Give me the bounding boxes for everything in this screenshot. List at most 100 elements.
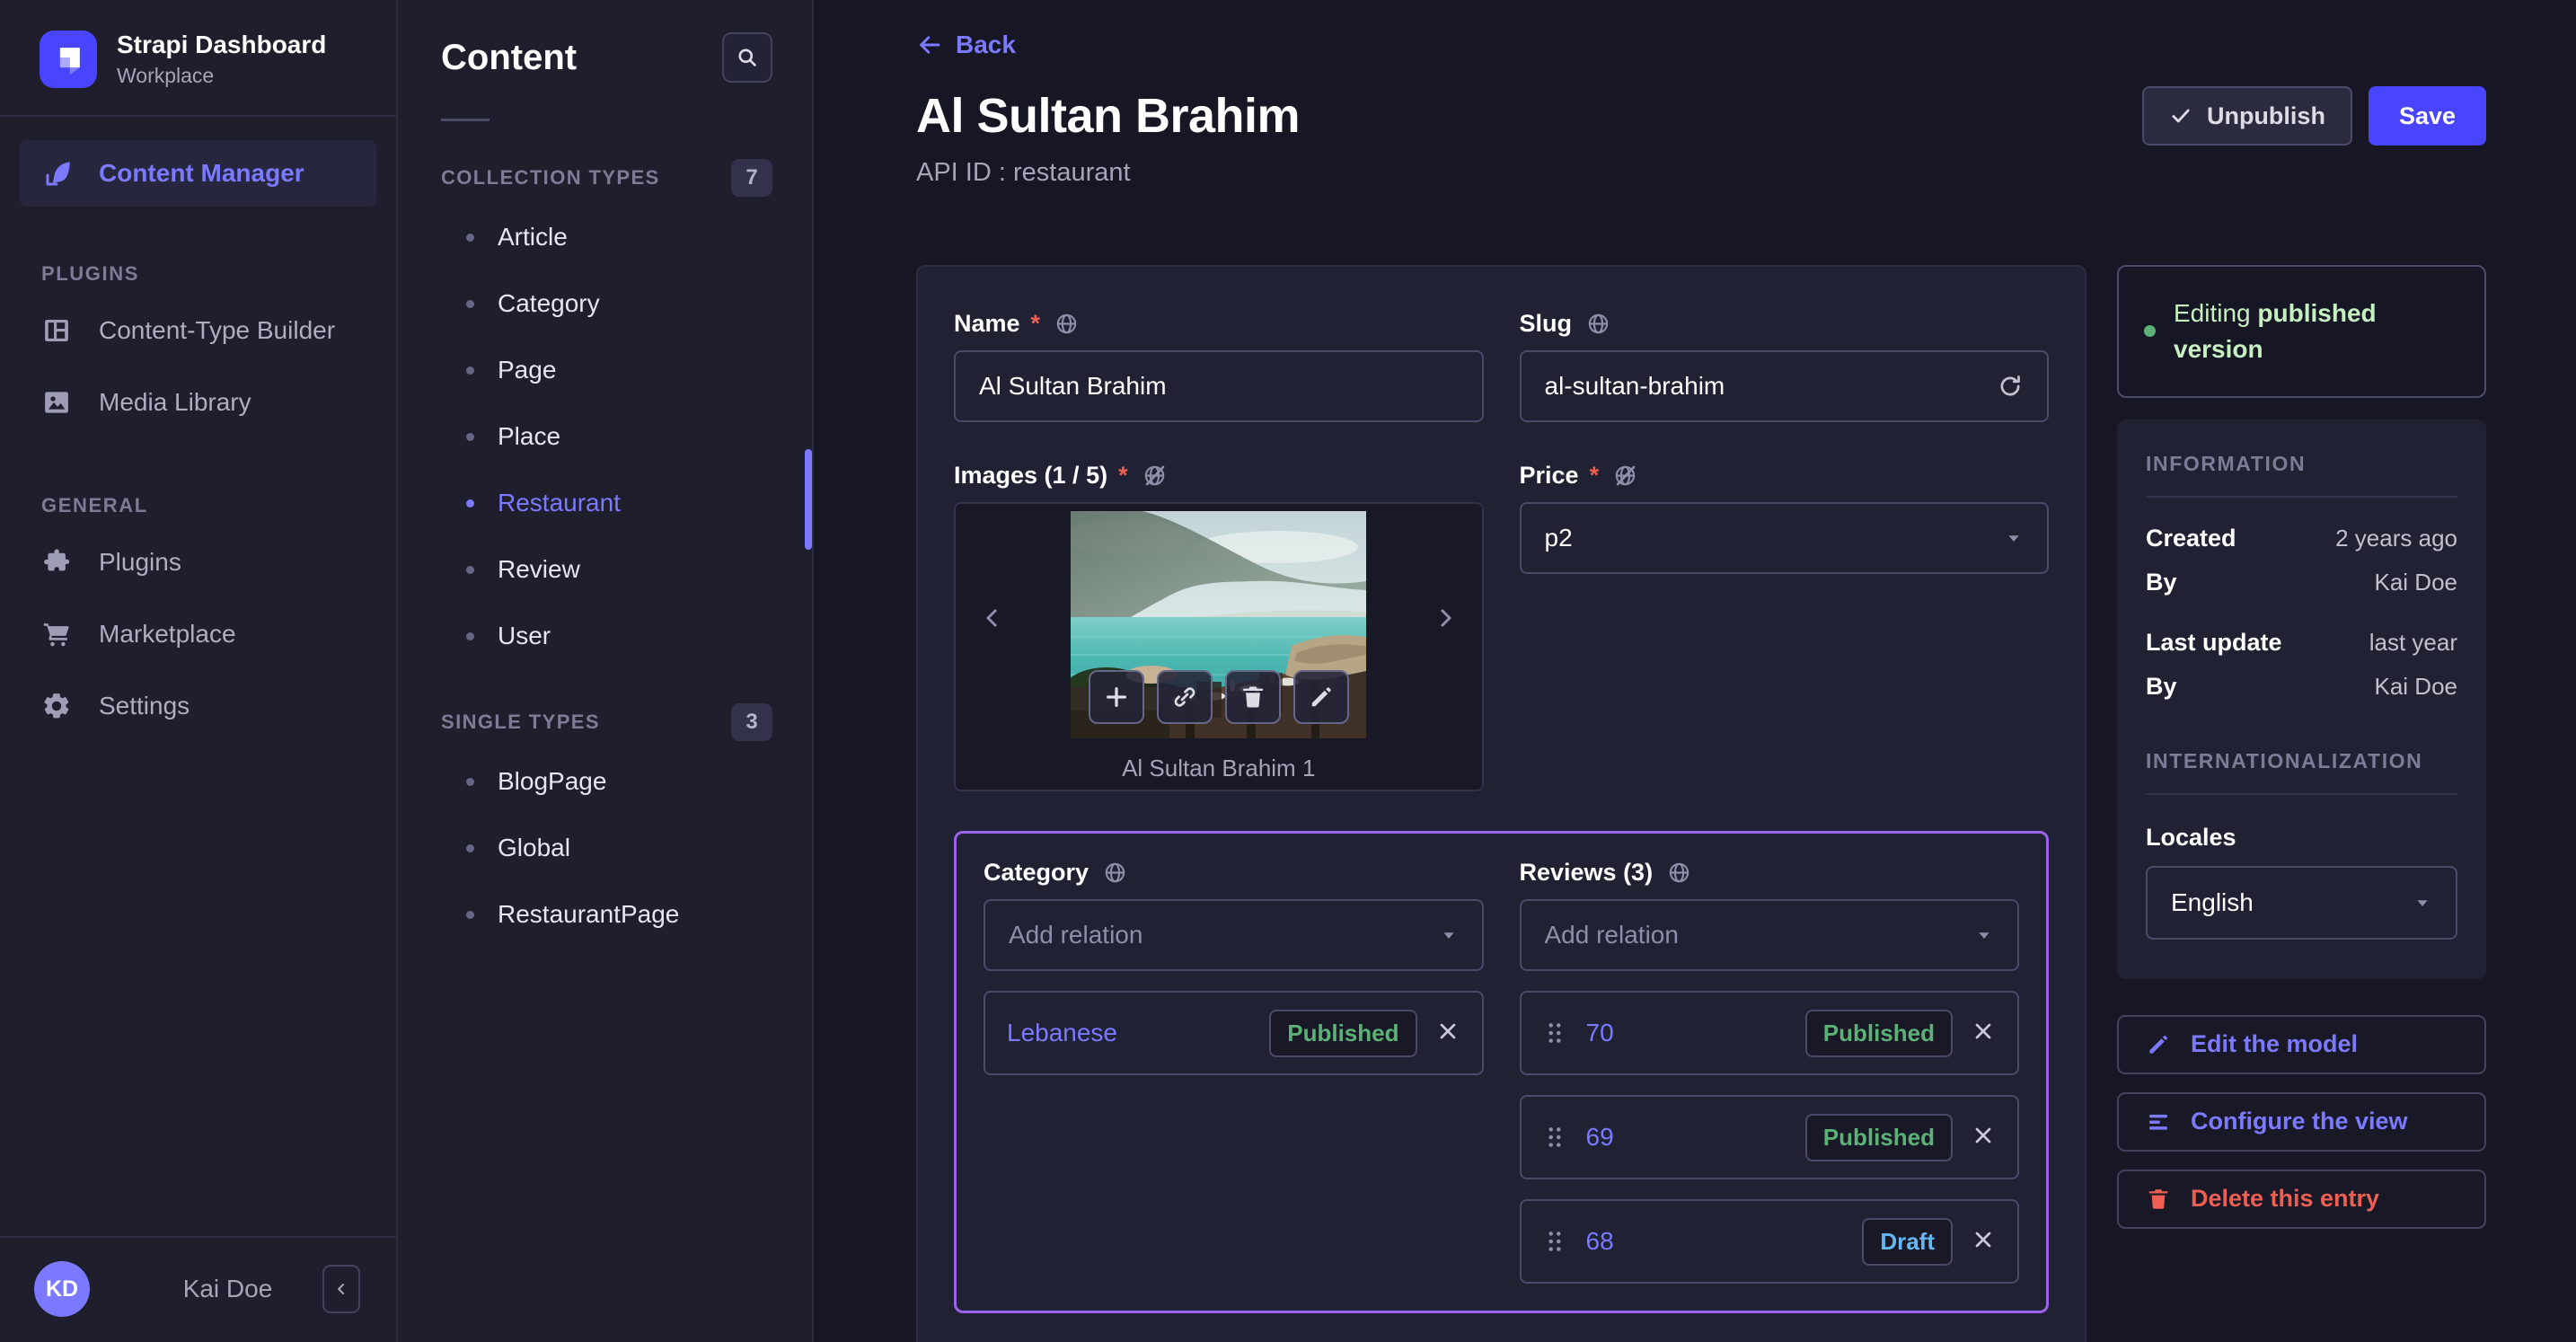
sidebar-item-article[interactable]: Article xyxy=(398,204,812,270)
sidebar-item-marketplace[interactable]: Marketplace xyxy=(0,598,396,670)
meta-row-last-update: Last update last year xyxy=(2146,629,2457,657)
collection-type-label: Place xyxy=(498,422,561,450)
edit-model-button[interactable]: Edit the model xyxy=(2117,1014,2486,1074)
information-heading: INFORMATION xyxy=(2146,451,2307,475)
sidebar-item-review[interactable]: Review xyxy=(398,536,812,603)
relation-link[interactable]: 68 xyxy=(1586,1227,1863,1256)
sidebar-item-user[interactable]: User xyxy=(398,603,812,669)
sidebar-item-media-library[interactable]: Media Library xyxy=(0,366,396,438)
sidebar-item-restaurant[interactable]: Restaurant xyxy=(398,470,812,536)
copy-link-button[interactable] xyxy=(1156,670,1213,724)
category-field: Category Add relation Lebanese Published xyxy=(984,859,1484,1284)
bullet-icon xyxy=(466,631,474,640)
slug-field: Slug al-sultan-brahim xyxy=(1519,310,2049,422)
remove-relation-button[interactable] xyxy=(1971,1123,1996,1152)
sidebar-item-restaurantpage[interactable]: RestaurantPage xyxy=(398,881,812,948)
sidebar-item-global[interactable]: Global xyxy=(398,815,812,881)
locale-select[interactable]: English xyxy=(2146,865,2457,940)
price-select[interactable]: p2 xyxy=(1519,502,2049,574)
bullet-icon xyxy=(466,499,474,508)
meta-label: By xyxy=(2146,672,2177,700)
entry-edit-view: Back Al Sultan Brahim Unpublish Save API… xyxy=(814,0,2576,1342)
gear-icon xyxy=(44,693,69,719)
chevron-down-icon xyxy=(2417,899,2428,906)
delete-image-button[interactable] xyxy=(1224,670,1281,724)
reviews-add-relation-select[interactable]: Add relation xyxy=(1519,899,2019,971)
sidebar-item-place[interactable]: Place xyxy=(398,403,812,470)
remove-relation-button[interactable] xyxy=(1971,1227,1996,1257)
sidebar-item-category[interactable]: Category xyxy=(398,270,812,337)
strapi-logo-icon xyxy=(40,31,97,88)
search-button[interactable] xyxy=(722,32,772,83)
collection-type-label: Review xyxy=(498,555,580,583)
information-panel: INFORMATION Created 2 years ago By Kai D… xyxy=(2117,419,2486,979)
delete-entry-button[interactable]: Delete this entry xyxy=(2117,1169,2486,1229)
relation-link[interactable]: 69 xyxy=(1586,1123,1805,1152)
regenerate-icon[interactable] xyxy=(1997,373,2024,400)
configure-view-button[interactable]: Configure the view xyxy=(2117,1091,2486,1152)
user-menu[interactable]: KD Kai Doe xyxy=(0,1238,396,1342)
remove-relation-button[interactable] xyxy=(1435,1019,1460,1048)
meta-row-created-by: By Kai Doe xyxy=(2146,569,2457,596)
save-button[interactable]: Save xyxy=(2368,86,2486,146)
avatar: KD xyxy=(34,1261,90,1317)
close-icon xyxy=(1440,1023,1455,1038)
bullet-icon xyxy=(466,910,474,919)
single-type-label: RestaurantPage xyxy=(498,900,680,928)
status-badge: Published xyxy=(1804,1009,1953,1057)
back-link[interactable]: Back xyxy=(916,31,1016,59)
relation-row-69: 69 Published xyxy=(1519,1095,2019,1179)
sidebar-item-plugins[interactable]: Plugins xyxy=(0,526,396,598)
edit-status-text: Editing published version xyxy=(2174,296,2459,367)
divider xyxy=(2146,495,2457,498)
single-type-label: BlogPage xyxy=(498,767,607,795)
meta-value: last year xyxy=(2369,628,2457,656)
media-image-icon xyxy=(45,392,68,413)
category-add-relation-select[interactable]: Add relation xyxy=(984,899,1484,971)
meta-value: Kai Doe xyxy=(2374,672,2458,700)
add-image-button[interactable] xyxy=(1088,670,1144,724)
meta-label: Last update xyxy=(2146,628,2282,656)
close-icon xyxy=(1975,1232,1991,1247)
sidebar-item-settings[interactable]: Settings xyxy=(0,670,396,742)
drag-handle-icon[interactable] xyxy=(1543,1020,1566,1046)
status-text-normal: Editing xyxy=(2174,299,2258,327)
sidebar-item-content-manager[interactable]: Content Manager xyxy=(20,140,376,207)
close-icon xyxy=(1975,1127,1991,1143)
relation-link[interactable]: Lebanese xyxy=(1007,1019,1269,1047)
api-id-subtitle: API ID : restaurant xyxy=(916,158,1131,187)
remove-relation-button[interactable] xyxy=(1971,1019,1996,1048)
bullet-icon xyxy=(466,843,474,852)
status-badge: Draft xyxy=(1862,1217,1953,1266)
name-input[interactable]: Al Sultan Brahim xyxy=(954,350,1484,422)
scrollbar-thumb[interactable] xyxy=(805,449,812,550)
brand-text: Strapi Dashboard Workplace xyxy=(117,31,326,88)
drag-handle-icon[interactable] xyxy=(1543,1124,1566,1151)
bullet-icon xyxy=(466,299,474,308)
images-carousel: Al Sultan Brahim 1 xyxy=(954,502,1484,791)
content-sidebar: Content COLLECTION TYPES 7 Article Categ… xyxy=(398,0,814,1342)
edit-image-button[interactable] xyxy=(1292,670,1349,724)
chevron-down-icon xyxy=(1442,932,1454,939)
collection-type-label: Restaurant xyxy=(498,489,621,516)
sidebar-item-page[interactable]: Page xyxy=(398,337,812,403)
carousel-next-button[interactable] xyxy=(1432,605,1459,636)
collapse-sidebar-button[interactable] xyxy=(322,1265,360,1313)
bullet-icon xyxy=(466,233,474,242)
bullet-icon xyxy=(466,366,474,375)
carousel-prev-button[interactable] xyxy=(979,605,1006,636)
sidebar-item-content-type-builder[interactable]: Content-Type Builder xyxy=(0,295,396,366)
relations-section: Category Add relation Lebanese Published xyxy=(954,831,2049,1313)
page-title: Al Sultan Brahim xyxy=(916,89,1301,143)
chevron-down-icon xyxy=(1979,932,1989,939)
workspace-brand[interactable]: Strapi Dashboard Workplace xyxy=(0,0,396,115)
relation-row-68: 68 Draft xyxy=(1519,1199,2019,1284)
nav-section-general: GENERAL xyxy=(41,494,148,516)
reviews-field: Reviews (3) Add relation 70 Published 69… xyxy=(1519,859,2019,1284)
sidebar-item-blogpage[interactable]: BlogPage xyxy=(398,748,812,815)
brand-title: Strapi Dashboard xyxy=(117,31,327,58)
slug-input[interactable]: al-sultan-brahim xyxy=(1519,350,2049,422)
unpublish-button[interactable]: Unpublish xyxy=(2141,86,2352,146)
relation-link[interactable]: 70 xyxy=(1586,1019,1805,1047)
drag-handle-icon[interactable] xyxy=(1543,1228,1566,1255)
